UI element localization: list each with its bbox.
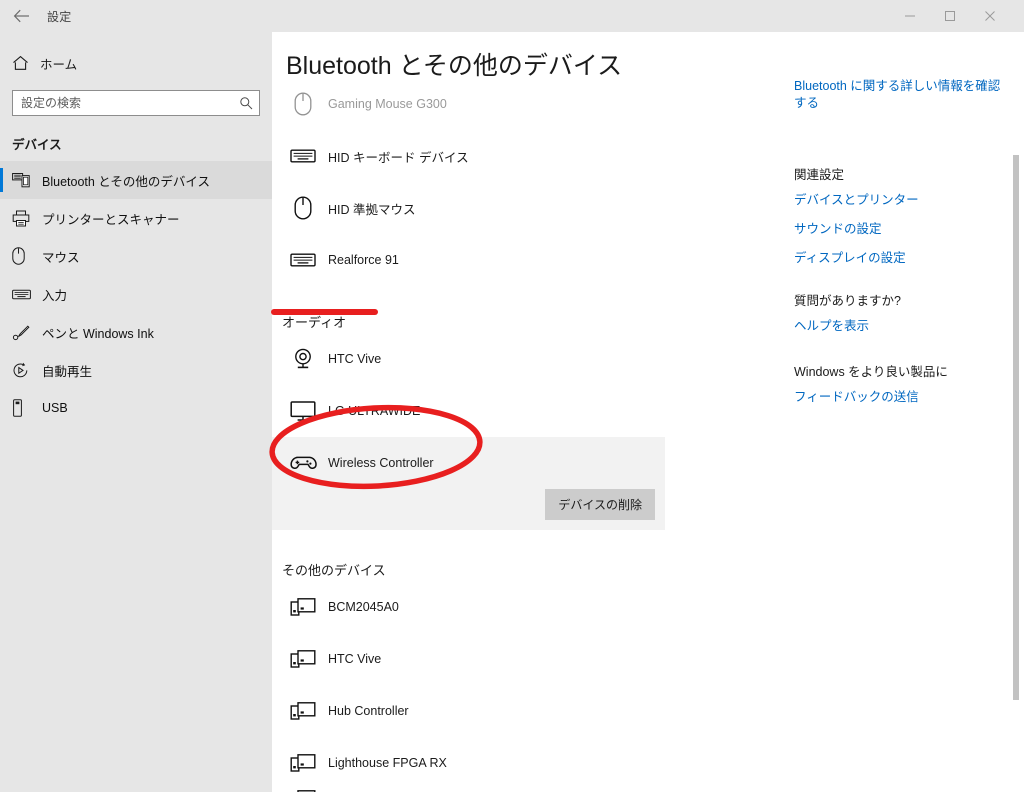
device-row[interactable]: BCM2045A0	[272, 581, 772, 633]
remove-device-button[interactable]: デバイスの削除	[545, 489, 655, 520]
maximize-button[interactable]	[930, 0, 970, 32]
home-icon	[12, 55, 38, 71]
links-group-feedback: Windows をより良い製品に フィードバックの送信	[794, 361, 1009, 406]
device-row[interactable]: LG ULTRAWIDE	[272, 385, 772, 437]
device-row[interactable]: HTC Vive	[272, 333, 772, 385]
device-row[interactable]: HID 準拠マウス	[272, 182, 772, 234]
device-row-selected[interactable]: Wireless Controller	[272, 437, 665, 489]
usb-icon	[12, 399, 38, 417]
device-label: BCM2045A0	[328, 600, 399, 614]
sidebar-item-pen-windows-ink[interactable]: ペンと Windows Ink	[0, 313, 272, 351]
links-group-related-settings: 関連設定 デバイスとプリンター サウンドの設定 ディスプレイの設定	[794, 164, 1009, 267]
webcam-icon	[282, 347, 324, 371]
sidebar-item-label: USB	[42, 401, 68, 415]
keyboard-icon	[12, 288, 38, 301]
generic-device-icon	[282, 752, 324, 774]
device-row[interactable]: HTC Vive	[272, 633, 772, 685]
sidebar-item-home[interactable]: ホーム	[0, 48, 272, 78]
link-display-settings[interactable]: ディスプレイの設定	[794, 250, 1009, 267]
settings-window: 設定 ホーム 設定の検索 デバイス Bluetooth とその他のデバイス プリ…	[0, 0, 1024, 792]
device-row[interactable]: Hub Controller	[272, 685, 772, 737]
device-label: Wireless Controller	[328, 456, 434, 470]
device-label: Gaming Mouse G300	[328, 97, 447, 111]
sidebar-item-printers-scanners[interactable]: プリンターとスキャナー	[0, 199, 272, 237]
gamepad-icon	[282, 453, 324, 473]
selected-device-block: Wireless Controller デバイスの削除	[272, 437, 665, 530]
back-arrow-icon	[13, 9, 29, 23]
printer-icon	[12, 210, 38, 227]
device-label: HTC Vive	[328, 652, 382, 666]
device-label: Realforce 91	[328, 253, 399, 267]
sidebar-item-label: マウス	[42, 250, 80, 265]
sidebar-item-label: プリンターとスキャナー	[42, 212, 180, 227]
device-row[interactable]: Lighthouse FPGA RX	[272, 737, 772, 789]
device-label: HID キーボード デバイス	[328, 150, 469, 165]
generic-device-icon	[282, 648, 324, 670]
keyboard-icon	[282, 147, 324, 165]
window-title: 設定	[47, 9, 72, 24]
link-devices-and-printers[interactable]: デバイスとプリンター	[794, 192, 1009, 209]
links-group-title: Windows をより良い製品に	[794, 365, 948, 380]
back-button[interactable]	[0, 0, 44, 32]
link-bluetooth-more-info[interactable]: Bluetooth に関する詳しい情報を確認する	[794, 78, 1009, 112]
close-button[interactable]	[970, 0, 1010, 32]
mouse-icon	[12, 247, 38, 265]
sidebar-item-mouse[interactable]: マウス	[0, 237, 272, 275]
device-label: Lighthouse FPGA RX	[328, 756, 447, 770]
main-content: Bluetooth とその他のデバイス Gaming Mouse G300 HI…	[272, 32, 1024, 792]
links-group-title: 関連設定	[794, 167, 845, 182]
maximize-icon	[945, 11, 955, 21]
close-icon	[985, 11, 995, 21]
sidebar-group-title: デバイス	[12, 138, 62, 152]
sidebar-item-label: 入力	[42, 288, 68, 303]
device-row[interactable]: HID キーボード デバイス	[272, 130, 772, 182]
mouse-icon	[282, 92, 324, 116]
device-list-column: Gaming Mouse G300 HID キーボード デバイス HID 準拠マ…	[272, 32, 772, 792]
home-label: ホーム	[40, 57, 78, 72]
links-group-questions: 質問がありますか? ヘルプを表示	[794, 290, 1009, 335]
sidebar-item-usb[interactable]: USB	[0, 389, 272, 427]
minimize-button[interactable]	[890, 0, 930, 32]
section-heading-audio: オーディオ	[282, 315, 347, 330]
sidebar-item-label: ペンと Windows Ink	[42, 326, 154, 341]
device-label: LG ULTRAWIDE	[328, 404, 421, 418]
generic-device-icon	[282, 596, 324, 618]
device-row[interactable]: Realforce 91	[272, 234, 772, 286]
section-heading-other-devices: その他のデバイス	[282, 563, 386, 578]
remove-button-row: デバイスの削除	[272, 489, 665, 520]
sidebar-item-autoplay[interactable]: 自動再生	[0, 351, 272, 389]
link-get-help[interactable]: ヘルプを表示	[794, 318, 1009, 335]
window-controls	[890, 0, 1010, 32]
autoplay-icon	[12, 362, 38, 379]
link-send-feedback[interactable]: フィードバックの送信	[794, 389, 1009, 406]
title-bar: 設定	[0, 0, 1024, 32]
sidebar-item-bluetooth-devices[interactable]: Bluetooth とその他のデバイス	[0, 161, 272, 199]
search-box[interactable]	[12, 90, 260, 116]
generic-device-icon	[282, 700, 324, 722]
sidebar: ホーム デバイス	[0, 32, 272, 792]
mouse-icon	[282, 196, 324, 220]
device-label: HID 準拠マウス	[328, 202, 416, 217]
vertical-scrollbar[interactable]	[1009, 32, 1023, 792]
device-label: Hub Controller	[328, 704, 409, 718]
page-title: Bluetooth とその他のデバイス	[286, 44, 629, 86]
link-sound-settings[interactable]: サウンドの設定	[794, 221, 1009, 238]
search-icon	[233, 96, 259, 110]
bluetooth-devices-icon	[12, 172, 38, 188]
sidebar-item-typing[interactable]: 入力	[0, 275, 272, 313]
keyboard-icon	[282, 251, 324, 269]
sidebar-item-label: 自動再生	[42, 364, 93, 379]
device-label: HTC Vive	[328, 352, 382, 366]
search-input[interactable]	[13, 96, 233, 110]
sidebar-item-label: Bluetooth とその他のデバイス	[42, 174, 211, 189]
pen-icon	[12, 324, 38, 341]
minimize-icon	[905, 15, 915, 17]
monitor-icon	[282, 400, 324, 422]
related-links-column: Bluetooth に関する詳しい情報を確認する 関連設定 デバイスとプリンター…	[794, 78, 1009, 426]
scrollbar-thumb[interactable]	[1013, 155, 1019, 700]
links-group-title: 質問がありますか?	[794, 294, 901, 309]
